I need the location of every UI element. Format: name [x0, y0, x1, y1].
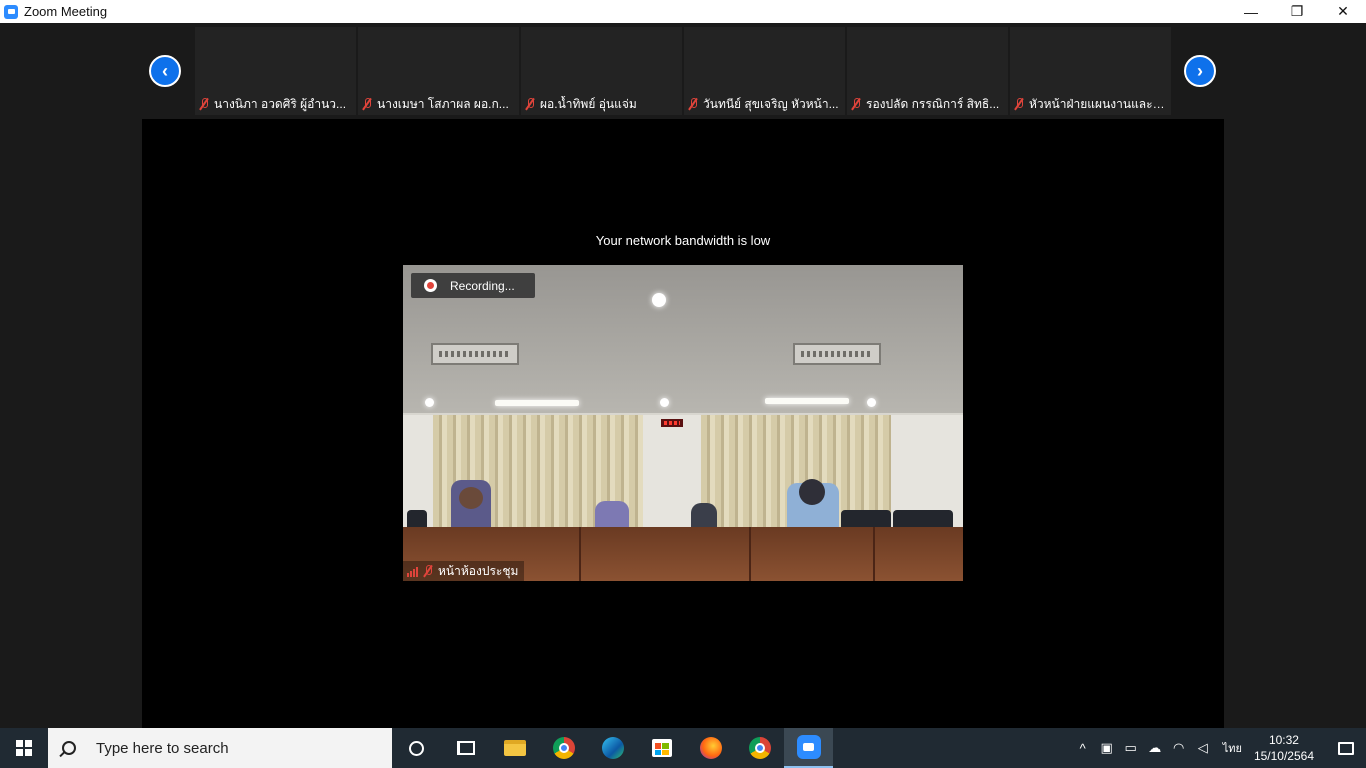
participant-name: นางนิภา อวดศิริ ผู้อำนว...	[214, 96, 347, 111]
show-hidden-icons-button[interactable]: ^	[1071, 741, 1095, 756]
edge-icon	[601, 737, 624, 759]
clock[interactable]: 10:32 15/10/2564	[1254, 732, 1314, 764]
participant-tile[interactable]: รองปลัด กรรณิการ์ สิทธิ...	[847, 27, 1008, 115]
battery-icon[interactable]: ▭	[1119, 740, 1143, 756]
meet-now-icon[interactable]: ▣	[1095, 740, 1119, 756]
previous-page-button[interactable]: ‹	[149, 55, 181, 87]
firefox-icon	[699, 737, 722, 759]
windows-logo-icon	[16, 740, 32, 756]
mic-muted-icon	[688, 98, 698, 110]
chrome-profile-icon	[748, 737, 771, 759]
mic-muted-icon	[851, 98, 861, 110]
participant-name: ผอ.น้ำทิพย์ อุ่นแจ่ม	[540, 96, 637, 111]
system-tray: ^ ▣ ▭ ☁ ◠ ◁ ไทย 10:32 15/10/2564	[1071, 728, 1366, 768]
edge-button[interactable]	[588, 728, 637, 768]
signal-strength-icon	[407, 566, 418, 577]
active-speaker-name: หน้าห้องประชุม	[438, 563, 519, 578]
task-view-icon	[456, 741, 475, 755]
close-button[interactable]: ✕	[1320, 0, 1366, 23]
active-speaker-video[interactable]: Recording... หน้าห้องประชุม	[403, 265, 963, 581]
participant-tile[interactable]: หัวหน้าฝ่ายแผนงานและง...	[1010, 27, 1171, 115]
store-button[interactable]	[637, 728, 686, 768]
title-bar: Zoom Meeting — ❐ ✕	[0, 0, 1366, 23]
active-speaker-label: หน้าห้องประชุม	[403, 561, 525, 581]
onedrive-icon[interactable]: ☁	[1143, 740, 1167, 756]
mic-muted-icon	[362, 98, 372, 110]
recording-label: Recording...	[450, 278, 515, 293]
participant-strip: นางนิภา อวดศิริ ผู้อำนว... นางเมษา โสภาผ…	[195, 27, 1171, 115]
active-speaker-stage: Your network bandwidth is low Recording.…	[142, 119, 1224, 728]
next-page-button[interactable]: ›	[1184, 55, 1216, 87]
wifi-icon[interactable]: ◠	[1167, 740, 1191, 756]
cortana-icon	[409, 740, 424, 756]
volume-icon[interactable]: ◁	[1191, 740, 1215, 756]
taskbar: Type here to search ^ ▣ ▭ ☁ ◠ ◁ ไทย 10:3…	[0, 728, 1366, 768]
mic-muted-icon	[423, 565, 433, 577]
zoom-icon	[796, 735, 821, 759]
input-language[interactable]: ไทย	[1223, 739, 1242, 757]
recording-indicator[interactable]: Recording...	[411, 273, 535, 298]
folder-icon	[503, 740, 526, 756]
record-icon	[424, 279, 437, 292]
participant-tile[interactable]: นางนิภา อวดศิริ ผู้อำนว...	[195, 27, 356, 115]
zoom-taskbar-button[interactable]	[784, 728, 833, 768]
bandwidth-notice: Your network bandwidth is low	[595, 233, 771, 248]
search-placeholder: Type here to search	[96, 739, 229, 757]
mic-muted-icon	[1014, 98, 1024, 110]
search-icon	[62, 741, 76, 755]
mic-muted-icon	[199, 98, 209, 110]
cortana-button[interactable]	[392, 728, 441, 768]
window-title: Zoom Meeting	[24, 4, 108, 19]
clock-time: 10:32	[1268, 733, 1299, 747]
chrome-icon	[552, 737, 575, 759]
meeting-area: ‹ นางนิภา อวดศิริ ผู้อำนว... นางเมษา โสภ…	[0, 23, 1366, 728]
start-button[interactable]	[0, 728, 48, 768]
mic-muted-icon	[525, 98, 535, 110]
participant-tile[interactable]: นางเมษา โสภาผล ผอ.ก...	[358, 27, 519, 115]
window-controls: — ❐ ✕	[1228, 0, 1366, 23]
minimize-button[interactable]: —	[1228, 0, 1274, 23]
file-explorer-button[interactable]	[490, 728, 539, 768]
chrome-profile-button[interactable]	[735, 728, 784, 768]
chrome-button[interactable]	[539, 728, 588, 768]
firefox-button[interactable]	[686, 728, 735, 768]
store-icon	[651, 739, 672, 757]
zoom-logo-icon	[4, 4, 18, 19]
participant-tile[interactable]: ผอ.น้ำทิพย์ อุ่นแจ่ม	[521, 27, 682, 115]
participant-name: นางเมษา โสภาผล ผอ.ก...	[377, 96, 509, 111]
participant-name: รองปลัด กรรณิการ์ สิทธิ...	[866, 96, 1000, 111]
notification-icon	[1338, 741, 1354, 755]
participant-name: วันทนีย์ สุขเจริญ หัวหน้า...	[703, 96, 839, 111]
action-center-button[interactable]	[1326, 728, 1366, 768]
participant-name: หัวหน้าฝ่ายแผนงานและง...	[1029, 96, 1167, 111]
task-view-button[interactable]	[441, 728, 490, 768]
restore-button[interactable]: ❐	[1274, 0, 1320, 23]
taskbar-search-box[interactable]: Type here to search	[48, 728, 392, 768]
clock-date: 15/10/2564	[1253, 749, 1314, 763]
participant-tile[interactable]: วันทนีย์ สุขเจริญ หัวหน้า...	[684, 27, 845, 115]
